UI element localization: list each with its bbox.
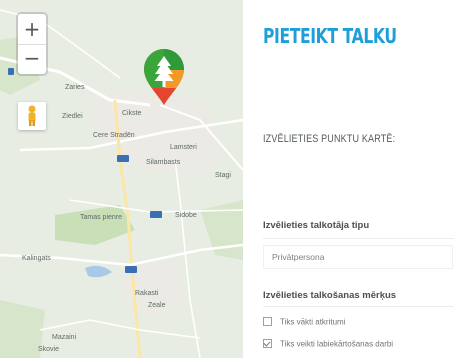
- road-shield: [150, 211, 162, 218]
- divider: [263, 238, 454, 239]
- street-view-pegman[interactable]: [18, 102, 46, 130]
- map-place-label: Kalingats: [22, 255, 51, 262]
- map-point-heading: IZVĒLIETIES PUNKTU KARTĒ:: [263, 133, 396, 145]
- map-panel[interactable]: Zaries Ziedlei Cikste Cere Stradēn Lamst…: [0, 0, 243, 358]
- map-place-label: Zaries: [65, 84, 85, 91]
- map-place-label: Skovie: [38, 346, 60, 353]
- map-place-label: Rakasti: [135, 290, 159, 297]
- map-place-label: Tamas pienre: [80, 214, 123, 221]
- zoom-control: + −: [18, 14, 46, 74]
- map-place-label: Stagi: [215, 172, 231, 179]
- map-place-label: Zeale: [148, 302, 166, 309]
- road-shield: [125, 266, 137, 273]
- divider: [263, 306, 454, 307]
- report-form: PIETEIKT TALKU IZVĒLIETIES PUNKTU KARTĒ:…: [243, 0, 454, 358]
- map-marker[interactable]: [142, 48, 186, 111]
- purpose-option-waste[interactable]: Tiks vākti atkritumi: [263, 313, 346, 327]
- checkbox-checked[interactable]: [263, 339, 272, 349]
- checkbox-label: Tiks vākti atkritumi: [280, 317, 346, 327]
- map-place-label: Silambasts: [146, 159, 181, 166]
- zoom-out-button[interactable]: −: [18, 44, 46, 74]
- map-place-label: Lamsteri: [170, 144, 197, 151]
- map-place-label: Mazaini: [52, 334, 77, 341]
- organizer-type-select[interactable]: Privātpersona: [263, 245, 453, 269]
- checkbox-label: Tiks veikti labiekārtošanas darbi: [280, 339, 394, 349]
- purpose-label: Izvēlieties talkošanas mērķus: [263, 290, 397, 301]
- map-place-label: Cikste: [122, 110, 142, 117]
- road-shield: [8, 68, 14, 75]
- zoom-in-button[interactable]: +: [18, 14, 46, 44]
- map-marker-icon: [144, 49, 184, 105]
- map-place-label: Ziedlei: [62, 113, 83, 120]
- organizer-type-label: Izvēlieties talkotāja tipu: [263, 220, 370, 231]
- checkbox[interactable]: [263, 317, 272, 327]
- map-place-label: Sidobe: [175, 212, 197, 219]
- road-shield: [117, 155, 129, 162]
- map-place-label: Cere Stradēn: [93, 132, 135, 139]
- page-title: PIETEIKT TALKU: [263, 24, 397, 48]
- purpose-option-improvement[interactable]: Tiks veikti labiekārtošanas darbi: [263, 335, 394, 349]
- pegman-icon: [28, 105, 36, 126]
